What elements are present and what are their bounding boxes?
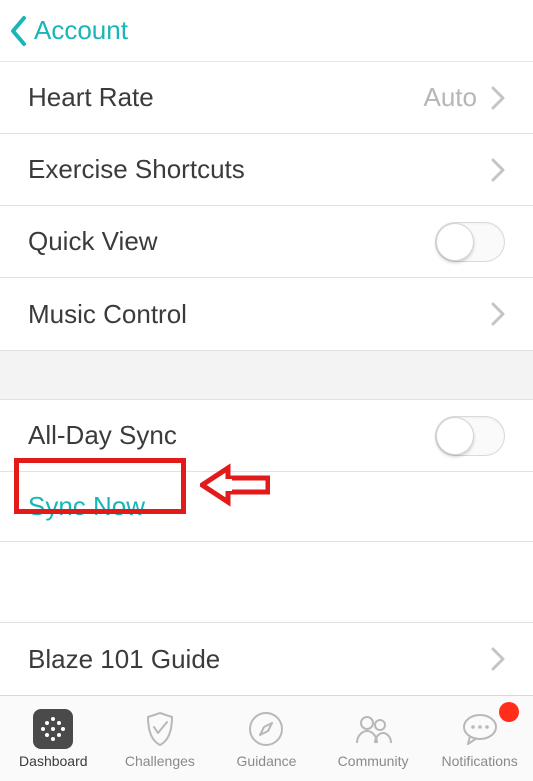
- compass-icon: [246, 709, 286, 749]
- section-gap: [0, 350, 533, 400]
- row-label: All-Day Sync: [28, 420, 177, 451]
- row-sync-now[interactable]: Sync Now: [0, 472, 533, 542]
- back-title[interactable]: Account: [34, 15, 128, 46]
- tab-challenges[interactable]: Challenges: [107, 696, 214, 781]
- row-music-control[interactable]: Music Control: [0, 278, 533, 350]
- tab-label: Notifications: [442, 753, 518, 769]
- sync-section: All-Day Sync Sync Now: [0, 400, 533, 542]
- chevron-right-icon: [491, 158, 505, 182]
- chat-icon: [460, 709, 500, 749]
- row-heart-rate[interactable]: Heart Rate Auto: [0, 62, 533, 134]
- chevron-right-icon: [491, 302, 505, 326]
- row-right: [491, 647, 505, 671]
- row-exercise-shortcuts[interactable]: Exercise Shortcuts: [0, 134, 533, 206]
- tab-label: Dashboard: [19, 753, 88, 769]
- tab-label: Community: [338, 753, 409, 769]
- section-gap-large: [0, 542, 533, 622]
- toggle-knob: [436, 223, 474, 261]
- row-blaze-guide[interactable]: Blaze 101 Guide: [0, 623, 533, 695]
- shield-icon: [140, 709, 180, 749]
- row-label: Quick View: [28, 226, 158, 257]
- tab-bar: Dashboard Challenges Guidance: [0, 695, 533, 781]
- nav-header: Account: [0, 0, 533, 62]
- chevron-right-icon: [491, 647, 505, 671]
- row-right: Auto: [424, 82, 506, 113]
- row-label: Heart Rate: [28, 82, 154, 113]
- screen: Account Heart Rate Auto Exercise Shortcu…: [0, 0, 533, 781]
- tab-notifications[interactable]: Notifications: [426, 696, 533, 781]
- dashboard-icon: [33, 709, 73, 749]
- row-right: [491, 158, 505, 182]
- row-value: Auto: [424, 82, 478, 113]
- chevron-right-icon: [491, 86, 505, 110]
- tab-dashboard[interactable]: Dashboard: [0, 696, 107, 781]
- row-right: [435, 416, 505, 456]
- settings-section: Heart Rate Auto Exercise Shortcuts Quick…: [0, 62, 533, 350]
- back-chevron-icon[interactable]: [10, 16, 28, 46]
- people-icon: [353, 709, 393, 749]
- quick-view-toggle[interactable]: [435, 222, 505, 262]
- all-day-sync-toggle[interactable]: [435, 416, 505, 456]
- row-label: Blaze 101 Guide: [28, 644, 220, 675]
- row-right: [491, 302, 505, 326]
- row-right: [435, 222, 505, 262]
- row-label: Exercise Shortcuts: [28, 154, 245, 185]
- sync-now-label: Sync Now: [28, 491, 145, 522]
- row-quick-view: Quick View: [0, 206, 533, 278]
- row-label: Music Control: [28, 299, 187, 330]
- tab-guidance[interactable]: Guidance: [213, 696, 320, 781]
- tab-label: Guidance: [237, 753, 297, 769]
- row-all-day-sync: All-Day Sync: [0, 400, 533, 472]
- tab-label: Challenges: [125, 753, 195, 769]
- tab-community[interactable]: Community: [320, 696, 427, 781]
- guide-section: Blaze 101 Guide: [0, 622, 533, 695]
- notification-badge: [499, 702, 519, 722]
- toggle-knob: [436, 417, 474, 455]
